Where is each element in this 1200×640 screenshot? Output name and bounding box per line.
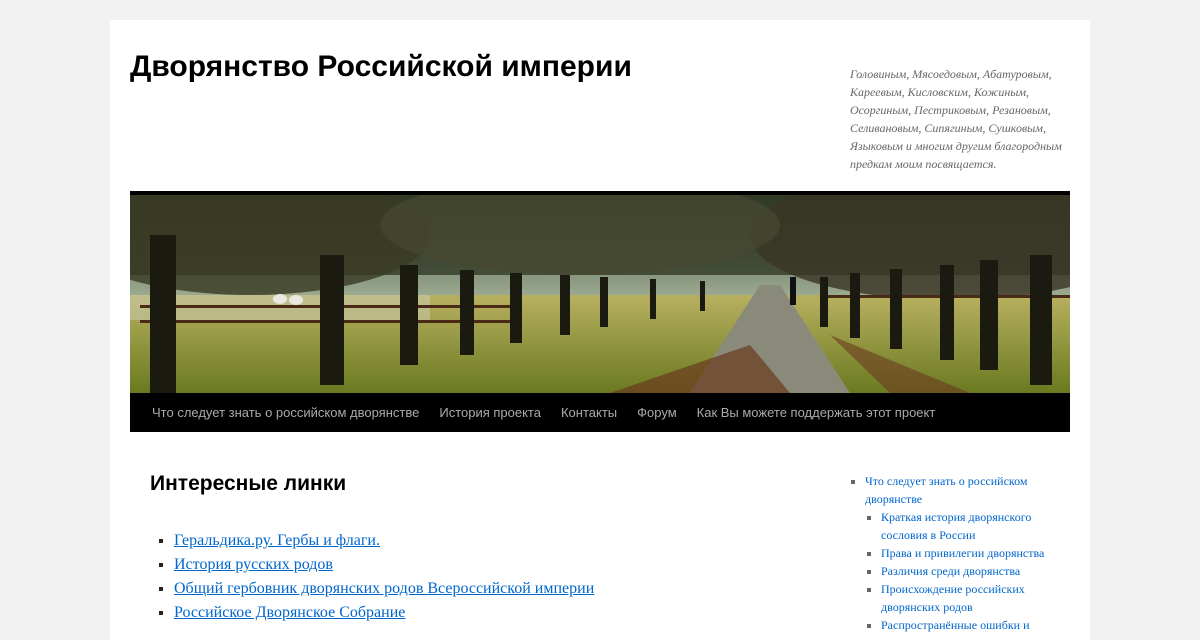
sidebar-link-russian-nobility[interactable]: Что следует знать о российском дворянств… xyxy=(865,474,1028,506)
links-list: Геральдика.ру. Гербы и флаги. История ру… xyxy=(150,529,594,625)
sidebar-subitem: Различия среди дворянства xyxy=(881,562,1072,580)
nav-item-project-history[interactable]: История проекта xyxy=(429,405,551,420)
sidebar-link-origins[interactable]: Происхождение российских дворянских родо… xyxy=(881,582,1025,614)
main-navigation: Что следует знать о российском дворянств… xyxy=(130,393,1070,432)
list-item: Общий гербовник дворянских родов Всеросс… xyxy=(174,577,594,601)
sidebar-subitem: Распространённые ошибки и xyxy=(881,616,1072,634)
sidebar: Что следует знать о российском дворянств… xyxy=(850,472,1072,634)
site-description: Головиным, Мясоедовым, Абатуровым, Карее… xyxy=(850,67,1062,171)
page-title: Интересные линки xyxy=(150,472,347,495)
sidebar-link-differences[interactable]: Различия среди дворянства xyxy=(881,564,1020,578)
sidebar-link-rights[interactable]: Права и привилегии дворянства xyxy=(881,546,1044,560)
nav-item-forum[interactable]: Форум xyxy=(627,405,687,420)
page-container: Дворянство Российской империи Головиным,… xyxy=(110,20,1090,640)
sidebar-link-history[interactable]: Краткая история дворянского сословия в Р… xyxy=(881,510,1031,542)
site-title[interactable]: Дворянство Российской империи xyxy=(130,50,632,84)
sidebar-subitem: Происхождение российских дворянских родо… xyxy=(881,580,1072,616)
sidebar-subitem: Права и привилегии дворянства xyxy=(881,544,1072,562)
list-item: Российское Дворянское Собрание xyxy=(174,601,594,625)
link-heraldica[interactable]: Геральдика.ру. Гербы и флаги. xyxy=(174,532,380,549)
link-nobility-assembly[interactable]: Российское Дворянское Собрание xyxy=(174,604,405,621)
link-general-armorial[interactable]: Общий гербовник дворянских родов Всеросс… xyxy=(174,580,594,597)
nav-item-contacts[interactable]: Контакты xyxy=(551,405,627,420)
sidebar-item: Что следует знать о российском дворянств… xyxy=(865,472,1072,634)
sidebar-submenu: Краткая история дворянского сословия в Р… xyxy=(865,508,1072,634)
nav-item-russian-nobility[interactable]: Что следует знать о российском дворянств… xyxy=(142,405,429,420)
header-banner-image xyxy=(130,195,1070,393)
sidebar-menu: Что следует знать о российском дворянств… xyxy=(850,472,1072,634)
list-item: История русских родов xyxy=(174,553,594,577)
nav-item-support-project[interactable]: Как Вы можете поддержать этот проект xyxy=(687,405,946,420)
list-item: Геральдика.ру. Гербы и флаги. xyxy=(174,529,594,553)
link-russian-families-history[interactable]: История русских родов xyxy=(174,556,333,573)
sidebar-subitem: Краткая история дворянского сословия в Р… xyxy=(881,508,1072,544)
